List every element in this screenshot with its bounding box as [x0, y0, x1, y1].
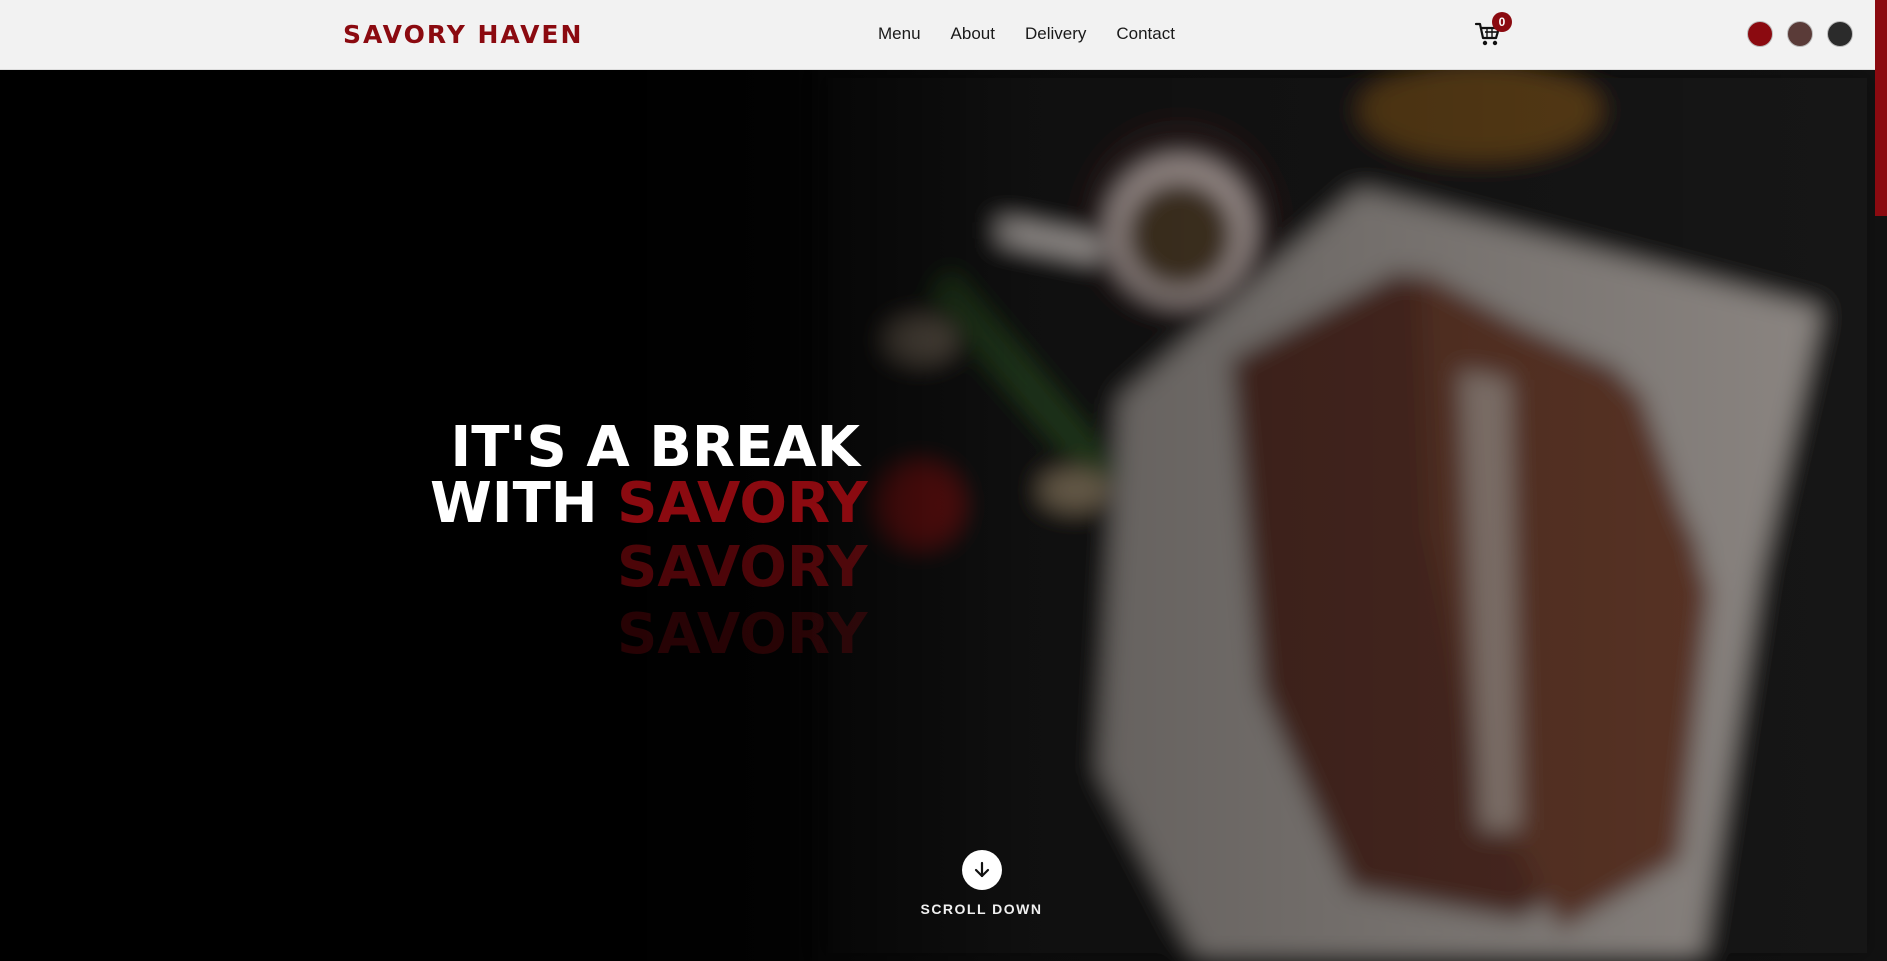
headline-accent: SAVORY [617, 471, 868, 536]
hero-background-image [0, 70, 1875, 961]
scroll-down-button[interactable]: SCROLL DOWN [900, 850, 1063, 917]
navbar: SAVORY HAVEN Menu About Delivery Contact… [0, 0, 1875, 70]
cart-button[interactable]: 0 [1474, 12, 1512, 48]
scroll-down-label: SCROLL DOWN [920, 901, 1043, 917]
nav-link-menu[interactable]: Menu [878, 24, 921, 44]
page-scrollbar[interactable] [1875, 0, 1887, 961]
nav-link-contact[interactable]: Contact [1116, 24, 1175, 44]
page: SAVORY HAVEN Menu About Delivery Contact… [0, 0, 1887, 961]
headline-line-2: WITH SAVORY [430, 476, 868, 532]
brand-logo[interactable]: SAVORY HAVEN [343, 20, 583, 49]
headline-echo-2: SAVORY [617, 602, 868, 667]
hero-headline: IT'S A BREAK WITH SAVORY [430, 415, 868, 532]
theme-dot-dark[interactable] [1827, 21, 1853, 47]
theme-dot-brown[interactable] [1787, 21, 1813, 47]
theme-dot-red[interactable] [1747, 21, 1773, 47]
nav-link-about[interactable]: About [951, 24, 995, 44]
headline-line-2-prefix: WITH [430, 471, 598, 536]
nav-links: Menu About Delivery Contact [878, 24, 1175, 44]
cart-count-badge: 0 [1492, 12, 1512, 32]
theme-switcher [1747, 21, 1853, 47]
nav-link-delivery[interactable]: Delivery [1025, 24, 1086, 44]
arrow-down-icon [974, 861, 989, 878]
scroll-down-circle[interactable] [961, 850, 1002, 890]
headline-echo-1: SAVORY [617, 535, 868, 600]
headline-line-1: IT'S A BREAK [450, 415, 860, 480]
hero-section: IT'S A BREAK WITH SAVORY SAVORY SAVORY S… [0, 70, 1875, 961]
scrollbar-thumb[interactable] [1875, 0, 1887, 216]
